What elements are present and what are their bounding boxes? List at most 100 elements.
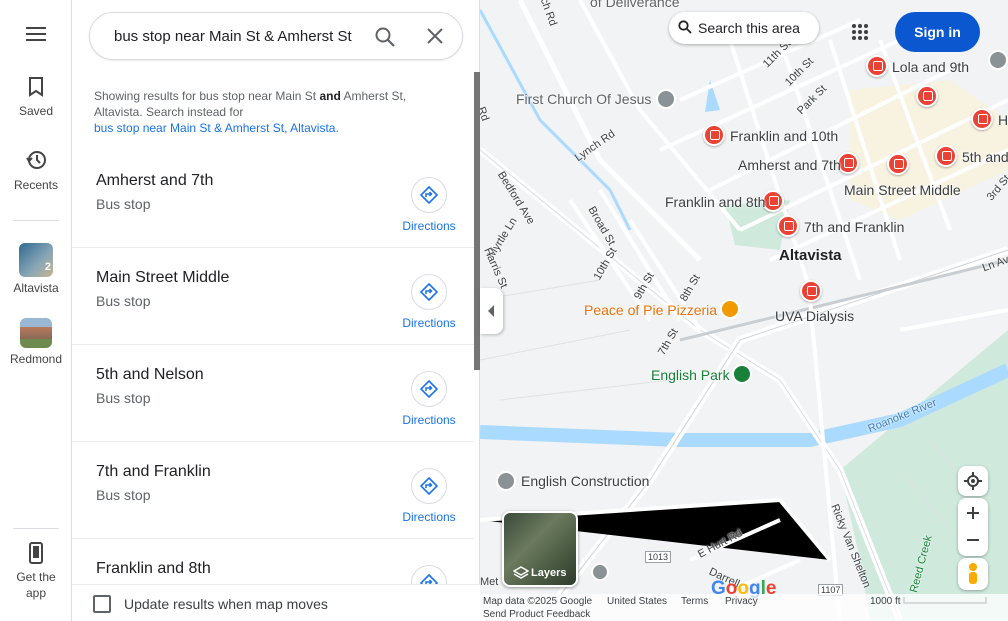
place-marker-icon[interactable] <box>591 563 609 581</box>
restaurant-icon[interactable] <box>720 299 740 319</box>
hamburger-icon <box>26 27 46 41</box>
close-icon[interactable] <box>426 27 444 45</box>
place-church[interactable]: First Church Of Jesus <box>516 91 651 107</box>
rail-label-recents: Recents <box>13 178 59 192</box>
rail-label-saved: Saved <box>18 104 54 118</box>
bus-stop-pin[interactable] <box>971 108 993 130</box>
result-type: Bus stop <box>96 487 151 503</box>
map-attribution: Map data ©2025 Google <box>483 596 593 607</box>
redmond-thumbnail <box>20 318 52 348</box>
collapse-panel-button[interactable] <box>480 288 503 334</box>
search-this-area-button[interactable]: Search this area <box>669 12 819 44</box>
map-canvas[interactable]: of Deliverance First Church Of Jesus Alt… <box>475 0 1008 621</box>
rail-label-redmond: Redmond <box>9 352 63 366</box>
stop-label-lola[interactable]: Lola and 9th <box>892 59 969 75</box>
result-name[interactable]: Main Street Middle <box>96 269 229 287</box>
directions-button[interactable] <box>411 274 447 310</box>
crosshair-icon <box>964 472 982 490</box>
place-uva-dialysis[interactable]: UVA Dialysis <box>775 308 854 324</box>
result-name[interactable]: Franklin and 8th <box>96 560 211 578</box>
feedback-link[interactable]: Send Product Feedback <box>483 609 590 620</box>
pegman-button[interactable] <box>958 558 988 590</box>
result-name[interactable]: Amherst and 7th <box>96 172 213 190</box>
church-icon[interactable] <box>656 89 676 109</box>
place-deliverance[interactable]: of Deliverance <box>590 0 680 10</box>
directions-label[interactable]: Directions <box>392 219 466 233</box>
update-results-checkbox[interactable] <box>93 595 111 613</box>
stop-label-franklin-10th[interactable]: Franklin and 10th <box>730 128 838 144</box>
stop-label-7th-franklin[interactable]: 7th and Franklin <box>804 219 904 235</box>
result-name[interactable]: 5th and Nelson <box>96 366 204 384</box>
search-instead-link[interactable]: bus stop near Main St & Amherst St, Alta… <box>94 121 339 135</box>
directions-icon <box>420 186 438 204</box>
stop-label-h[interactable]: H <box>998 112 1008 128</box>
directions-button[interactable] <box>411 177 447 213</box>
zoom-in-icon[interactable] <box>958 498 988 527</box>
photo-count-badge: 2 <box>44 261 51 273</box>
zoom-out-icon[interactable] <box>958 527 988 556</box>
bus-stop-pin[interactable] <box>777 215 799 237</box>
chevron-left-icon <box>488 305 494 317</box>
directions-label[interactable]: Directions <box>392 510 466 524</box>
directions-label[interactable]: Directions <box>392 316 466 330</box>
stop-label-amherst-7th[interactable]: Amherst and 7th <box>738 157 841 173</box>
notice-bold: and <box>319 89 341 103</box>
bus-stop-pin[interactable] <box>887 153 909 175</box>
bus-stop-pin[interactable] <box>703 124 725 146</box>
result-item[interactable]: Main Street Middle Bus stop Directions <box>72 248 474 345</box>
rail-item-saved[interactable]: Saved <box>0 77 72 118</box>
map-footer: Map data ©2025 Google United States Term… <box>480 594 1008 621</box>
bus-stop-pin[interactable] <box>916 85 938 107</box>
result-item[interactable]: Amherst and 7th Bus stop Directions <box>72 151 474 248</box>
privacy-link[interactable]: Privacy <box>725 596 758 607</box>
result-name[interactable]: 7th and Franklin <box>96 463 211 481</box>
country-link[interactable]: United States <box>607 596 667 607</box>
sign-in-button[interactable]: Sign in <box>895 12 980 52</box>
bus-stop-pin[interactable] <box>866 55 888 77</box>
search-input[interactable]: bus stop near Main St & Amherst St <box>114 28 360 45</box>
menu-button[interactable] <box>0 26 72 45</box>
directions-button[interactable] <box>411 468 447 504</box>
search-icon <box>678 20 692 34</box>
layers-button[interactable]: Layers <box>502 511 578 587</box>
uva-pin[interactable] <box>800 280 822 302</box>
get-app-button[interactable]: Get the app <box>0 542 72 601</box>
my-location-button[interactable] <box>958 466 988 496</box>
zoom-controls <box>958 498 988 556</box>
layers-icon <box>513 566 529 579</box>
directions-label[interactable]: Directions <box>392 413 466 427</box>
result-item[interactable]: 7th and Franklin Bus stop Directions <box>72 442 474 539</box>
left-rail: Saved Recents 2 Altavista Redmond Get th… <box>0 0 72 621</box>
rail-item-redmond[interactable]: Redmond <box>0 318 72 366</box>
pin-edge-icon[interactable] <box>988 50 1008 70</box>
directions-icon <box>420 283 438 301</box>
place-english-construction[interactable]: English Construction <box>521 473 649 489</box>
terms-link[interactable]: Terms <box>681 596 708 607</box>
place-pizzeria[interactable]: Peace of Pie Pizzeria <box>584 302 717 318</box>
rail-divider <box>13 528 59 529</box>
stop-label-main-middle[interactable]: Main Street Middle <box>844 182 961 198</box>
rail-item-altavista[interactable]: 2 Altavista <box>0 243 72 295</box>
stop-label-franklin-8th[interactable]: Franklin and 8th <box>665 194 765 210</box>
place-english-park[interactable]: English Park <box>651 367 730 383</box>
stop-label-5th[interactable]: 5th and <box>962 149 1008 165</box>
altavista-thumbnail: 2 <box>19 243 53 277</box>
result-item[interactable]: 5th and Nelson Bus stop Directions <box>72 345 474 442</box>
apps-grid-icon[interactable] <box>851 23 869 41</box>
search-box[interactable]: bus stop near Main St & Amherst St <box>89 12 463 60</box>
rail-label-altavista: Altavista <box>13 281 59 295</box>
directions-icon <box>420 477 438 495</box>
layers-label: Layers <box>531 567 567 579</box>
park-icon[interactable] <box>732 364 752 384</box>
place-altavista[interactable]: Altavista <box>779 247 842 264</box>
directions-button[interactable] <box>411 371 447 407</box>
construction-icon[interactable] <box>496 471 516 491</box>
bus-stop-pin[interactable] <box>935 145 957 167</box>
search-icon[interactable] <box>374 26 396 48</box>
rail-item-recents[interactable]: Recents <box>0 149 72 192</box>
search-this-area-label: Search this area <box>698 20 800 36</box>
scale-label[interactable]: 1000 ft <box>870 596 901 607</box>
results-footer: Update results when map moves <box>72 584 480 621</box>
directions-icon <box>420 380 438 398</box>
phone-icon <box>29 542 43 564</box>
